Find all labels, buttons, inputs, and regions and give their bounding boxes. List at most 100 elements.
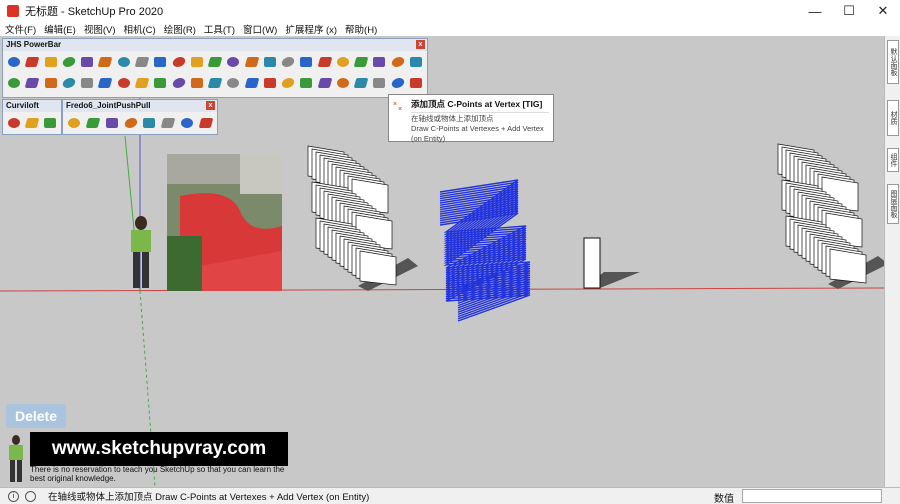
jhs-row2-tool-2-icon[interactable] <box>24 74 40 91</box>
fredo-tool-7-icon[interactable] <box>179 114 196 131</box>
jhs-row2-tool-18-icon[interactable] <box>317 74 333 91</box>
svg-text:×: × <box>393 101 397 108</box>
fredo-tool-8-icon[interactable] <box>197 114 214 131</box>
jhs-row1-tool-1-icon[interactable] <box>6 53 22 70</box>
jhs-row2-tool-4-icon[interactable] <box>61 74 77 91</box>
title-bar: 无标题 - SketchUp Pro 2020 — ☐ ✕ <box>0 0 900 22</box>
tray-tab-materials[interactable]: 材质 <box>887 100 899 136</box>
delete-key-overlay: Delete <box>6 404 66 428</box>
sketchup-app-icon <box>7 5 19 17</box>
jhs-row2-tool-11-icon[interactable] <box>189 74 205 91</box>
info-icon[interactable]: i <box>8 490 19 502</box>
jhs-row2-tool-19-icon[interactable] <box>335 74 351 91</box>
jhs-row1-tool-2-icon[interactable] <box>24 53 40 70</box>
fredo-tool-6-icon[interactable] <box>160 114 177 131</box>
jhs-row1-tool-18-icon[interactable] <box>317 53 333 70</box>
jhs-row2-tool-3-icon[interactable] <box>43 74 59 91</box>
post <box>583 237 640 289</box>
jhs-row2-tool-8-icon[interactable] <box>134 74 150 91</box>
menu-window[interactable]: 窗口(W) <box>241 22 283 36</box>
jhs-row1-tool-21-icon[interactable] <box>371 53 387 70</box>
curviloft-row <box>3 112 61 133</box>
watermark-banner: www.sketchupvray.com <box>30 432 288 466</box>
jhs-row2-tool-17-icon[interactable] <box>298 74 314 91</box>
jhs-row1-tool-22-icon[interactable] <box>390 53 406 70</box>
jhs-row1-tool-3-icon[interactable] <box>43 53 59 70</box>
steps-photo <box>167 154 282 291</box>
jhs-row1-tool-9-icon[interactable] <box>152 53 168 70</box>
menu-help[interactable]: 帮助(H) <box>343 22 383 36</box>
geo-location-icon[interactable] <box>25 490 36 502</box>
maximize-button[interactable]: ☐ <box>832 0 866 22</box>
jhs-row2-tool-20-icon[interactable] <box>353 74 369 91</box>
measurements-input[interactable] <box>742 489 882 503</box>
jhs-powerbar-toolbar[interactable]: JHS PowerBar x <box>2 38 428 98</box>
menu-draw[interactable]: 绘图(R) <box>162 22 202 36</box>
jhs-row2-tool-21-icon[interactable] <box>371 74 387 91</box>
jhs-row1-tool-19-icon[interactable] <box>335 53 351 70</box>
jhs-row2-tool-7-icon[interactable] <box>116 74 132 91</box>
tool-tooltip: × × 添加顶点 C-Points at Vertex [TIG] 在轴线或物体上… <box>388 94 554 143</box>
jhs-row2-tool-12-icon[interactable] <box>207 74 223 91</box>
minimize-button[interactable]: — <box>798 0 832 22</box>
red-axis <box>0 287 884 292</box>
fredo-tool-2-icon[interactable] <box>85 114 102 131</box>
jhs-row2-tool-16-icon[interactable] <box>280 74 296 91</box>
jhs-row1-tool-4-icon[interactable] <box>61 53 77 70</box>
jhs-row1-tool-12-icon[interactable] <box>207 53 223 70</box>
jhs-row1-tool-7-icon[interactable] <box>116 53 132 70</box>
jhs-row2-tool-6-icon[interactable] <box>97 74 113 91</box>
jhs-row1-tool-13-icon[interactable] <box>225 53 241 70</box>
svg-text:×: × <box>398 106 402 112</box>
status-bar: i 在轴线或物体上添加顶点 Draw C-Points at Vertexes … <box>0 487 900 504</box>
menu-camera[interactable]: 相机(C) <box>121 22 161 36</box>
jhs-row1-tool-23-icon[interactable] <box>408 53 424 70</box>
jhs-row2-tool-1-icon[interactable] <box>6 74 22 91</box>
curviloft-toolbar[interactable]: Curviloft <box>2 99 62 135</box>
jhs-row1-tool-14-icon[interactable] <box>243 53 259 70</box>
jhs-row2-tool-15-icon[interactable] <box>262 74 278 91</box>
jhs-row1-tool-15-icon[interactable] <box>262 53 278 70</box>
jhs-row2-tool-9-icon[interactable] <box>152 74 168 91</box>
fredo-close-button[interactable]: x <box>206 101 215 110</box>
jhs-row1-tool-6-icon[interactable] <box>97 53 113 70</box>
curviloft-tool-2-icon[interactable] <box>24 114 40 131</box>
jhs-row2-tool-5-icon[interactable] <box>79 74 95 91</box>
tray-tab-components[interactable]: 组件 <box>887 148 899 172</box>
fredo-tool-5-icon[interactable] <box>141 114 158 131</box>
jhs-row1-tool-17-icon[interactable] <box>298 53 314 70</box>
fredo-tool-4-icon[interactable] <box>122 114 139 131</box>
corner-figure <box>9 435 23 482</box>
jhs-close-button[interactable]: x <box>416 40 425 49</box>
sketchup-window: 无标题 - SketchUp Pro 2020 — ☐ ✕ 文件(F) 编辑(E… <box>0 0 900 504</box>
menu-edit[interactable]: 编辑(E) <box>42 22 82 36</box>
close-button[interactable]: ✕ <box>866 0 900 22</box>
jhs-row1-tool-5-icon[interactable] <box>79 53 95 70</box>
right-tray: 默认面板 材质 组件 图层面板 <box>884 36 900 487</box>
jhs-row2-tool-22-icon[interactable] <box>390 74 406 91</box>
fredo-tool-1-icon[interactable] <box>66 114 83 131</box>
status-hint-text: 在轴线或物体上添加顶点 Draw C-Points at Vertexes + … <box>48 492 370 503</box>
jhs-row1-tool-10-icon[interactable] <box>170 53 186 70</box>
jhs-row2-tool-14-icon[interactable] <box>243 74 259 91</box>
jhs-row1-tool-11-icon[interactable] <box>189 53 205 70</box>
tray-tab-default[interactable]: 默认面板 <box>887 40 899 84</box>
jhs-row1-tool-20-icon[interactable] <box>353 53 369 70</box>
curviloft-tool-1-icon[interactable] <box>6 114 22 131</box>
jhs-row2-tool-23-icon[interactable] <box>408 74 424 91</box>
fredo-tool-3-icon[interactable] <box>104 114 121 131</box>
jhs-powerbar-title: JHS PowerBar <box>6 40 62 49</box>
menu-view[interactable]: 视图(V) <box>82 22 122 36</box>
jhs-row1-tool-16-icon[interactable] <box>280 53 296 70</box>
menu-file[interactable]: 文件(F) <box>3 22 42 36</box>
fredo-jointpushpull-toolbar[interactable]: Fredo6_JointPushPull x <box>62 99 218 135</box>
jhs-row2-tool-10-icon[interactable] <box>170 74 186 91</box>
fredo-row <box>63 112 217 133</box>
jhs-row1-tool-8-icon[interactable] <box>134 53 150 70</box>
jhs-row2-tool-13-icon[interactable] <box>225 74 241 91</box>
curviloft-tool-3-icon[interactable] <box>42 114 58 131</box>
menu-extensions[interactable]: 扩展程序 (x) <box>283 22 343 36</box>
tray-tab-layers[interactable]: 图层面板 <box>887 184 899 224</box>
jhs-row-1 <box>3 51 427 72</box>
menu-tools[interactable]: 工具(T) <box>202 22 241 36</box>
